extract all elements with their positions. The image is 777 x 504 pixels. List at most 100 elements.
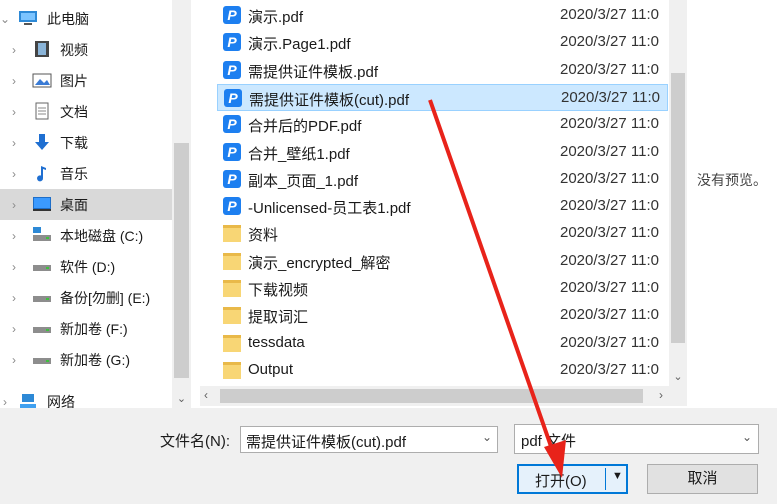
nav-item-videos[interactable]: › 视频 [0, 34, 172, 65]
nav-item-music[interactable]: › 音乐 [0, 158, 172, 189]
desktop-icon [33, 197, 51, 211]
file-date: 2020/3/27 11:0 [560, 6, 659, 23]
chevron-right-icon[interactable]: › [9, 74, 19, 88]
chevron-right-icon[interactable]: › [9, 43, 19, 57]
file-date: 2020/3/27 11:0 [560, 60, 659, 78]
pdf-file-icon: P [223, 169, 241, 188]
file-date: 2020/3/27 11:0 [561, 88, 660, 106]
drive-icon [33, 296, 51, 302]
file-name: 演示_encrypted_解密 [248, 254, 391, 272]
file-row[interactable]: P 合并_壁纸1.pdf 2020/3/27 11:0 [217, 139, 668, 166]
file-name: 需提供证件模板.pdf [248, 63, 379, 81]
folder-icon [223, 252, 241, 270]
cancel-button[interactable]: 取消 [647, 464, 758, 494]
pdf-file-icon: P [223, 197, 241, 216]
scroll-down-icon[interactable]: ⌄ [172, 390, 191, 408]
folder-icon [223, 307, 241, 325]
chevron-down-icon[interactable]: ⌄ [742, 430, 752, 444]
nav-item-drive-e[interactable]: › 备份[勿删] (E:) [0, 282, 172, 313]
music-icon [37, 166, 46, 182]
filetype-select[interactable]: pdf 文件 ⌄ [514, 424, 759, 454]
nav-item-drive-c[interactable]: › 本地磁盘 (C:) [0, 220, 172, 251]
file-row[interactable]: 下载视频 2020/3/27 11:0 [217, 275, 668, 302]
chevron-right-icon[interactable]: › [9, 353, 19, 367]
file-row[interactable]: P 演示.Page1.pdf 2020/3/27 11:0 [217, 29, 668, 56]
file-name: 合并_壁纸1.pdf [248, 145, 350, 163]
file-date: 2020/3/27 11:0 [560, 224, 659, 242]
chevron-right-icon[interactable]: › [9, 229, 19, 243]
file-name: 提取词汇 [248, 309, 309, 327]
open-dropdown-icon[interactable]: ▼ [612, 470, 623, 482]
nav-label: 文档 [60, 103, 88, 120]
nav-label: 新加卷 (G:) [60, 351, 130, 368]
file-date: 2020/3/27 11:0 [560, 33, 659, 51]
chevron-right-icon[interactable]: › [9, 136, 19, 150]
nav-item-desktop[interactable]: › 桌面 [0, 189, 172, 220]
pdf-file-icon: P [223, 60, 241, 79]
file-name: 下载视频 [248, 282, 309, 299]
file-name: 合并后的PDF.pdf [248, 118, 362, 136]
nav-item-drive-f[interactable]: › 新加卷 (F:) [0, 313, 172, 344]
pdf-file-icon: P [223, 6, 241, 24]
file-date: 2020/3/27 11:0 [560, 306, 659, 324]
nav-item-drive-d[interactable]: › 软件 (D:) [0, 251, 172, 282]
file-row[interactable]: P 演示.pdf 2020/3/27 11:0 [217, 2, 668, 29]
nav-scrollbar-thumb[interactable] [174, 143, 189, 378]
file-list-vertical-scrollbar[interactable]: ⌄ [669, 0, 687, 386]
chevron-right-icon[interactable]: › [9, 291, 19, 305]
filename-input[interactable]: 需提供证件模板(cut).pdf ⌄ [240, 426, 498, 453]
chevron-right-icon[interactable]: › [9, 260, 19, 274]
nav-item-drive-g[interactable]: › 新加卷 (G:) [0, 344, 172, 375]
document-icon [35, 102, 49, 120]
chevron-right-icon[interactable]: › [9, 322, 19, 336]
file-row[interactable]: P 合并后的PDF.pdf 2020/3/27 11:0 [217, 111, 668, 138]
file-row[interactable]: Output 2020/3/27 11:0 [217, 357, 668, 384]
scroll-left-icon[interactable]: ‹ [204, 388, 208, 402]
open-button[interactable]: 打开(O) ▼ [517, 464, 628, 494]
file-row[interactable]: P -Unlicensed-员工表1.pdf 2020/3/27 11:0 [217, 193, 668, 220]
file-row[interactable]: tessdata 2020/3/27 11:0 [217, 330, 668, 357]
chevron-right-icon[interactable]: › [9, 167, 19, 181]
chevron-down-icon[interactable]: ⌄ [482, 430, 492, 444]
drive-icon [33, 327, 51, 333]
nav-item-this-pc[interactable]: ⌄ 此电脑 [0, 3, 172, 34]
horizontal-scrollbar-thumb[interactable] [220, 389, 643, 403]
file-row[interactable]: 演示_encrypted_解密 2020/3/27 11:0 [217, 248, 668, 275]
chevron-down-icon[interactable]: ⌄ [0, 12, 10, 26]
scrollbar-corner [669, 386, 687, 406]
scroll-down-icon[interactable]: ⌄ [669, 370, 687, 383]
file-date: 2020/3/27 11:0 [560, 279, 659, 296]
chevron-right-icon[interactable]: › [9, 198, 19, 212]
pdf-file-icon: P [223, 115, 241, 134]
file-name: -Unlicensed-员工表1.pdf [248, 200, 411, 218]
nav-label: 下载 [60, 134, 88, 151]
nav-item-pictures[interactable]: › 图片 [0, 65, 172, 96]
nav-item-network[interactable]: › 网络 [0, 386, 172, 408]
nav-label: 桌面 [60, 196, 88, 213]
nav-label: 音乐 [60, 165, 88, 182]
file-row[interactable]: P 需提供证件模板.pdf 2020/3/27 11:0 [217, 57, 668, 84]
nav-item-documents[interactable]: › 文档 [0, 96, 172, 127]
folder-icon [223, 280, 241, 297]
file-name: tessdata [248, 333, 305, 351]
folder-icon [223, 334, 241, 352]
nav-scrollbar[interactable]: ⌄ [172, 0, 191, 408]
file-row[interactable]: 提取词汇 2020/3/27 11:0 [217, 302, 668, 329]
file-list-scrollbar-thumb[interactable] [671, 73, 685, 343]
file-list-horizontal-scrollbar[interactable]: ‹ › [200, 386, 669, 406]
scroll-right-icon[interactable]: › [659, 388, 663, 402]
file-row[interactable]: P 副本_页面_1.pdf 2020/3/27 11:0 [217, 166, 668, 193]
computer-icon [19, 11, 37, 25]
picture-icon [32, 73, 52, 88]
chevron-right-icon[interactable]: › [9, 105, 19, 119]
file-date: 2020/3/27 11:0 [560, 360, 659, 378]
nav-item-downloads[interactable]: › 下载 [0, 127, 172, 158]
file-name: 演示.pdf [248, 9, 304, 26]
file-date: 2020/3/27 11:0 [560, 169, 659, 187]
chevron-right-icon[interactable]: › [0, 395, 10, 409]
filename-value: 需提供证件模板(cut).pdf [246, 434, 407, 451]
file-row[interactable]: 资料 2020/3/27 11:0 [217, 220, 668, 247]
file-row[interactable]: P 需提供证件模板(cut).pdf 2020/3/27 11:0 [217, 83, 668, 111]
drive-icon [33, 265, 51, 271]
file-date: 2020/3/27 11:0 [560, 142, 659, 160]
